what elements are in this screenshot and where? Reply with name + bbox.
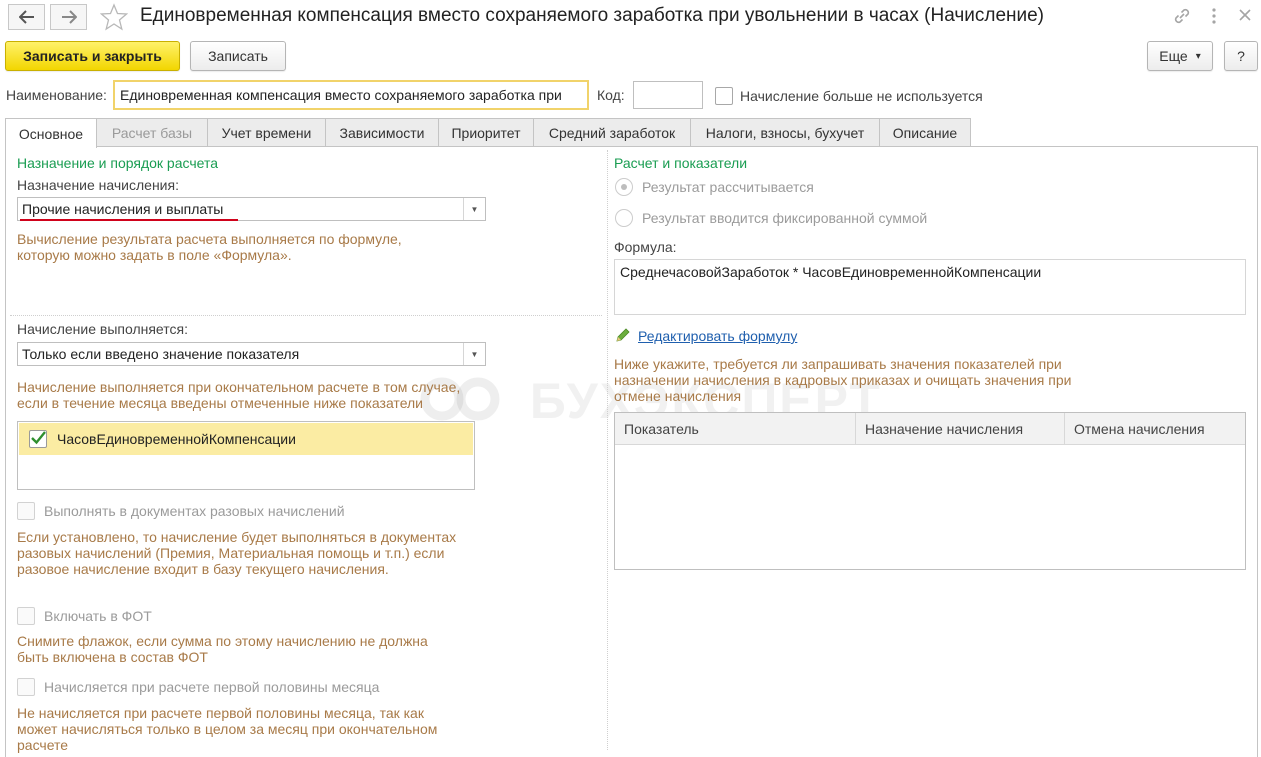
first-half-label: Начисляется при расчете первой половины …	[44, 679, 380, 695]
name-label: Наименование:	[6, 87, 107, 103]
first-half-checkbox[interactable]	[17, 678, 35, 696]
chevron-down-icon: ▾	[1195, 50, 1201, 62]
tab-base-calculation[interactable]: Расчет базы	[96, 118, 208, 147]
calc-section-title: Расчет и показатели	[614, 155, 748, 171]
one-time-label: Выполнять в документах разовых начислени…	[44, 503, 345, 519]
indicator-label: ЧасовЕдиновременнойКомпенсации	[57, 431, 296, 447]
tab-average-earnings[interactable]: Средний заработок	[533, 118, 691, 147]
indicators-table[interactable]: Показатель Назначение начисления Отмена …	[614, 412, 1246, 570]
window-title: Единовременная компенсация вместо сохран…	[140, 5, 1045, 26]
purpose-select[interactable]: Прочие начисления и выплаты ▼	[17, 197, 486, 221]
more-menu-button[interactable]	[1209, 7, 1219, 30]
one-time-checkbox[interactable]	[17, 502, 35, 520]
favorite-button[interactable]	[99, 3, 129, 34]
tab-description[interactable]: Описание	[879, 118, 971, 147]
not-used-checkbox[interactable]	[715, 87, 733, 105]
radio-fixed[interactable]	[615, 209, 633, 227]
link-icon	[1174, 8, 1190, 24]
tab-priority[interactable]: Приоритет	[438, 118, 534, 147]
more-actions-button[interactable]: Еще ▾	[1147, 41, 1213, 71]
tab-taxes[interactable]: Налоги, взносы, бухучет	[690, 118, 880, 147]
link-button[interactable]	[1172, 6, 1192, 31]
purpose-label: Назначение начисления:	[17, 177, 179, 193]
chevron-down-icon: ▼	[463, 343, 485, 365]
purpose-section-title: Назначение и порядок расчета	[17, 155, 219, 171]
more-vertical-icon	[1212, 8, 1216, 24]
arrow-right-icon	[61, 10, 77, 24]
save-button[interactable]: Записать	[190, 41, 286, 71]
formula-textarea[interactable]: СреднечасовойЗаработок * ЧасовЕдиновреме…	[614, 259, 1246, 315]
name-input[interactable]: Единовременная компенсация вместо сохран…	[113, 80, 589, 110]
purpose-underline	[20, 219, 238, 221]
help-button[interactable]: ?	[1224, 41, 1258, 71]
star-icon	[99, 3, 129, 31]
tab-time-accounting[interactable]: Учет времени	[207, 118, 326, 147]
fot-hint: Снимите флажок, если сумма по этому начи…	[17, 633, 428, 665]
column-header-indicator[interactable]: Показатель	[615, 413, 856, 445]
close-button[interactable]	[1238, 8, 1252, 27]
edit-formula-link[interactable]: Редактировать формулу	[638, 328, 797, 344]
formula-label: Формула:	[614, 239, 677, 255]
first-half-hint: Не начисляется при расчете первой полови…	[17, 705, 438, 753]
one-time-hint: Если установлено, то начисление будет вы…	[17, 529, 457, 577]
list-item[interactable]: ЧасовЕдиновременнойКомпенсации	[19, 423, 473, 455]
not-used-label: Начисление больше не используется	[740, 88, 983, 104]
forward-button[interactable]	[50, 4, 87, 30]
column-divider	[607, 150, 608, 750]
fot-label: Включать в ФОТ	[44, 608, 152, 624]
request-hint: Ниже укажите, требуется ли запрашивать з…	[614, 356, 1072, 404]
tab-main[interactable]: Основное	[5, 118, 97, 148]
code-input[interactable]	[633, 81, 703, 109]
purpose-select-value: Прочие начисления и выплаты	[22, 201, 224, 217]
arrow-left-icon	[18, 10, 34, 24]
column-header-assignment[interactable]: Назначение начисления	[856, 413, 1065, 445]
more-actions-label: Еще	[1159, 48, 1188, 64]
fot-checkbox[interactable]	[17, 607, 35, 625]
radio-calculated[interactable]	[615, 178, 633, 196]
pencil-icon	[615, 327, 631, 346]
indicator-checkbox[interactable]	[29, 430, 47, 448]
execution-hint: Начисление выполняется при окончательном…	[17, 379, 461, 411]
check-icon	[31, 431, 46, 445]
chevron-down-icon: ▼	[463, 198, 485, 220]
save-and-close-button[interactable]: Записать и закрыть	[5, 41, 180, 71]
indicators-list[interactable]: ЧасовЕдиновременнойКомпенсации	[17, 421, 475, 490]
back-button[interactable]	[8, 4, 45, 30]
left-section-divider	[10, 315, 602, 316]
code-label: Код:	[597, 87, 625, 103]
tab-dependencies[interactable]: Зависимости	[325, 118, 439, 147]
close-icon	[1239, 9, 1251, 21]
radio-fixed-label: Результат вводится фиксированной суммой	[642, 210, 928, 226]
column-header-cancellation[interactable]: Отмена начисления	[1065, 413, 1245, 445]
execution-label: Начисление выполняется:	[17, 321, 188, 337]
purpose-hint: Вычисление результата расчета выполняетс…	[17, 231, 402, 263]
execution-select-value: Только если введено значение показателя	[22, 346, 300, 362]
radio-calculated-label: Результат рассчитывается	[642, 179, 814, 195]
execution-select[interactable]: Только если введено значение показателя …	[17, 342, 486, 366]
